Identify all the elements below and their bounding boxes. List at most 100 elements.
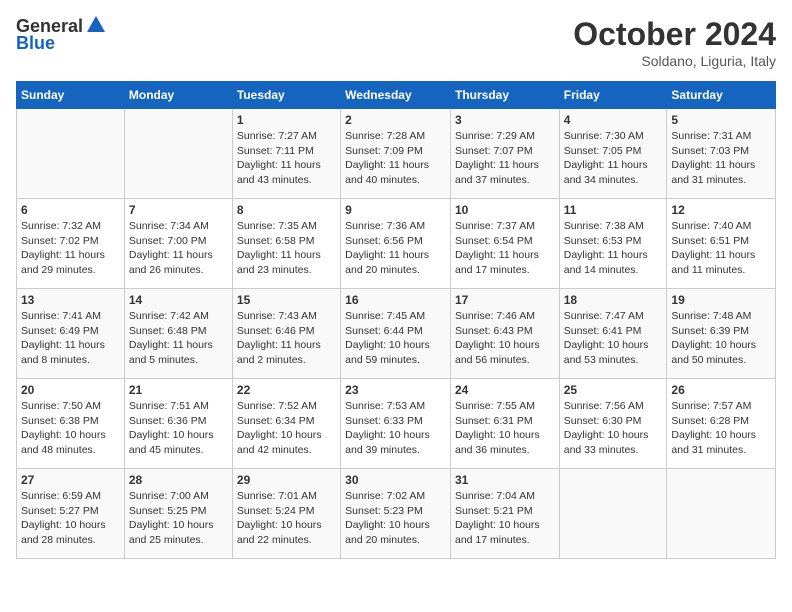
daylight: Daylight: 11 hours and 23 minutes. bbox=[237, 249, 321, 276]
day-cell: 23 Sunrise: 7:53 AM Sunset: 6:33 PM Dayl… bbox=[341, 379, 451, 469]
day-info: Sunrise: 7:51 AM Sunset: 6:36 PM Dayligh… bbox=[129, 399, 228, 458]
day-number: 27 bbox=[21, 473, 120, 487]
sunset: Sunset: 7:09 PM bbox=[345, 145, 423, 157]
daylight: Daylight: 10 hours and 28 minutes. bbox=[21, 519, 106, 546]
day-info: Sunrise: 7:38 AM Sunset: 6:53 PM Dayligh… bbox=[564, 219, 663, 278]
sunrise: Sunrise: 7:47 AM bbox=[564, 310, 644, 322]
day-number: 10 bbox=[455, 203, 555, 217]
day-number: 11 bbox=[564, 203, 663, 217]
day-info: Sunrise: 7:04 AM Sunset: 5:21 PM Dayligh… bbox=[455, 489, 555, 548]
daylight: Daylight: 10 hours and 48 minutes. bbox=[21, 429, 106, 456]
day-info: Sunrise: 7:28 AM Sunset: 7:09 PM Dayligh… bbox=[345, 129, 446, 188]
day-number: 19 bbox=[671, 293, 771, 307]
sunset: Sunset: 5:21 PM bbox=[455, 505, 533, 517]
day-cell: 20 Sunrise: 7:50 AM Sunset: 6:38 PM Dayl… bbox=[17, 379, 125, 469]
header-cell-tuesday: Tuesday bbox=[232, 82, 340, 109]
day-cell: 8 Sunrise: 7:35 AM Sunset: 6:58 PM Dayli… bbox=[232, 199, 340, 289]
sunset: Sunset: 6:53 PM bbox=[564, 235, 642, 247]
daylight: Daylight: 11 hours and 2 minutes. bbox=[237, 339, 321, 366]
daylight: Daylight: 11 hours and 43 minutes. bbox=[237, 159, 321, 186]
day-cell bbox=[667, 469, 776, 559]
week-row-1: 1 Sunrise: 7:27 AM Sunset: 7:11 PM Dayli… bbox=[17, 109, 776, 199]
sunrise: Sunrise: 7:48 AM bbox=[671, 310, 751, 322]
location-subtitle: Soldano, Liguria, Italy bbox=[573, 53, 776, 69]
daylight: Daylight: 11 hours and 26 minutes. bbox=[129, 249, 213, 276]
daylight: Daylight: 10 hours and 53 minutes. bbox=[564, 339, 649, 366]
daylight: Daylight: 11 hours and 40 minutes. bbox=[345, 159, 429, 186]
day-number: 25 bbox=[564, 383, 663, 397]
sunset: Sunset: 6:30 PM bbox=[564, 415, 642, 427]
sunrise: Sunrise: 7:52 AM bbox=[237, 400, 317, 412]
sunrise: Sunrise: 7:30 AM bbox=[564, 130, 644, 142]
day-number: 21 bbox=[129, 383, 228, 397]
sunrise: Sunrise: 7:46 AM bbox=[455, 310, 535, 322]
sunrise: Sunrise: 7:29 AM bbox=[455, 130, 535, 142]
sunset: Sunset: 6:38 PM bbox=[21, 415, 99, 427]
header-cell-monday: Monday bbox=[124, 82, 232, 109]
sunset: Sunset: 7:02 PM bbox=[21, 235, 99, 247]
sunset: Sunset: 6:54 PM bbox=[455, 235, 533, 247]
day-cell: 14 Sunrise: 7:42 AM Sunset: 6:48 PM Dayl… bbox=[124, 289, 232, 379]
daylight: Daylight: 10 hours and 20 minutes. bbox=[345, 519, 430, 546]
day-number: 22 bbox=[237, 383, 336, 397]
day-number: 20 bbox=[21, 383, 120, 397]
sunrise: Sunrise: 7:43 AM bbox=[237, 310, 317, 322]
day-cell: 18 Sunrise: 7:47 AM Sunset: 6:41 PM Dayl… bbox=[559, 289, 667, 379]
day-number: 14 bbox=[129, 293, 228, 307]
day-cell: 29 Sunrise: 7:01 AM Sunset: 5:24 PM Dayl… bbox=[232, 469, 340, 559]
day-info: Sunrise: 7:43 AM Sunset: 6:46 PM Dayligh… bbox=[237, 309, 336, 368]
daylight: Daylight: 10 hours and 22 minutes. bbox=[237, 519, 322, 546]
day-cell: 3 Sunrise: 7:29 AM Sunset: 7:07 PM Dayli… bbox=[450, 109, 559, 199]
day-number: 4 bbox=[564, 113, 663, 127]
day-cell: 17 Sunrise: 7:46 AM Sunset: 6:43 PM Dayl… bbox=[450, 289, 559, 379]
daylight: Daylight: 11 hours and 34 minutes. bbox=[564, 159, 648, 186]
sunrise: Sunrise: 7:34 AM bbox=[129, 220, 209, 232]
day-cell: 15 Sunrise: 7:43 AM Sunset: 6:46 PM Dayl… bbox=[232, 289, 340, 379]
day-number: 24 bbox=[455, 383, 555, 397]
week-row-2: 6 Sunrise: 7:32 AM Sunset: 7:02 PM Dayli… bbox=[17, 199, 776, 289]
daylight: Daylight: 10 hours and 31 minutes. bbox=[671, 429, 756, 456]
header-cell-sunday: Sunday bbox=[17, 82, 125, 109]
sunrise: Sunrise: 7:37 AM bbox=[455, 220, 535, 232]
week-row-5: 27 Sunrise: 6:59 AM Sunset: 5:27 PM Dayl… bbox=[17, 469, 776, 559]
calendar-header: SundayMondayTuesdayWednesdayThursdayFrid… bbox=[17, 82, 776, 109]
day-cell: 16 Sunrise: 7:45 AM Sunset: 6:44 PM Dayl… bbox=[341, 289, 451, 379]
daylight: Daylight: 10 hours and 39 minutes. bbox=[345, 429, 430, 456]
day-cell: 12 Sunrise: 7:40 AM Sunset: 6:51 PM Dayl… bbox=[667, 199, 776, 289]
day-number: 23 bbox=[345, 383, 446, 397]
day-info: Sunrise: 7:48 AM Sunset: 6:39 PM Dayligh… bbox=[671, 309, 771, 368]
day-info: Sunrise: 7:35 AM Sunset: 6:58 PM Dayligh… bbox=[237, 219, 336, 278]
daylight: Daylight: 11 hours and 8 minutes. bbox=[21, 339, 105, 366]
sunset: Sunset: 6:49 PM bbox=[21, 325, 99, 337]
day-number: 30 bbox=[345, 473, 446, 487]
day-info: Sunrise: 7:40 AM Sunset: 6:51 PM Dayligh… bbox=[671, 219, 771, 278]
day-info: Sunrise: 7:55 AM Sunset: 6:31 PM Dayligh… bbox=[455, 399, 555, 458]
sunrise: Sunrise: 7:42 AM bbox=[129, 310, 209, 322]
day-cell: 19 Sunrise: 7:48 AM Sunset: 6:39 PM Dayl… bbox=[667, 289, 776, 379]
sunrise: Sunrise: 7:31 AM bbox=[671, 130, 751, 142]
sunset: Sunset: 5:27 PM bbox=[21, 505, 99, 517]
day-number: 13 bbox=[21, 293, 120, 307]
header-cell-thursday: Thursday bbox=[450, 82, 559, 109]
day-cell bbox=[17, 109, 125, 199]
sunrise: Sunrise: 7:35 AM bbox=[237, 220, 317, 232]
sunset: Sunset: 6:33 PM bbox=[345, 415, 423, 427]
daylight: Daylight: 10 hours and 17 minutes. bbox=[455, 519, 540, 546]
sunset: Sunset: 7:00 PM bbox=[129, 235, 207, 247]
sunset: Sunset: 6:44 PM bbox=[345, 325, 423, 337]
logo-blue-text: Blue bbox=[16, 33, 55, 54]
daylight: Daylight: 10 hours and 36 minutes. bbox=[455, 429, 540, 456]
header-cell-saturday: Saturday bbox=[667, 82, 776, 109]
day-number: 17 bbox=[455, 293, 555, 307]
sunset: Sunset: 5:24 PM bbox=[237, 505, 315, 517]
sunrise: Sunrise: 7:57 AM bbox=[671, 400, 751, 412]
day-cell: 7 Sunrise: 7:34 AM Sunset: 7:00 PM Dayli… bbox=[124, 199, 232, 289]
day-info: Sunrise: 7:27 AM Sunset: 7:11 PM Dayligh… bbox=[237, 129, 336, 188]
sunrise: Sunrise: 7:32 AM bbox=[21, 220, 101, 232]
sunrise: Sunrise: 7:01 AM bbox=[237, 490, 317, 502]
sunset: Sunset: 6:41 PM bbox=[564, 325, 642, 337]
day-info: Sunrise: 7:47 AM Sunset: 6:41 PM Dayligh… bbox=[564, 309, 663, 368]
month-title: October 2024 bbox=[573, 16, 776, 53]
day-info: Sunrise: 7:30 AM Sunset: 7:05 PM Dayligh… bbox=[564, 129, 663, 188]
sunset: Sunset: 6:43 PM bbox=[455, 325, 533, 337]
